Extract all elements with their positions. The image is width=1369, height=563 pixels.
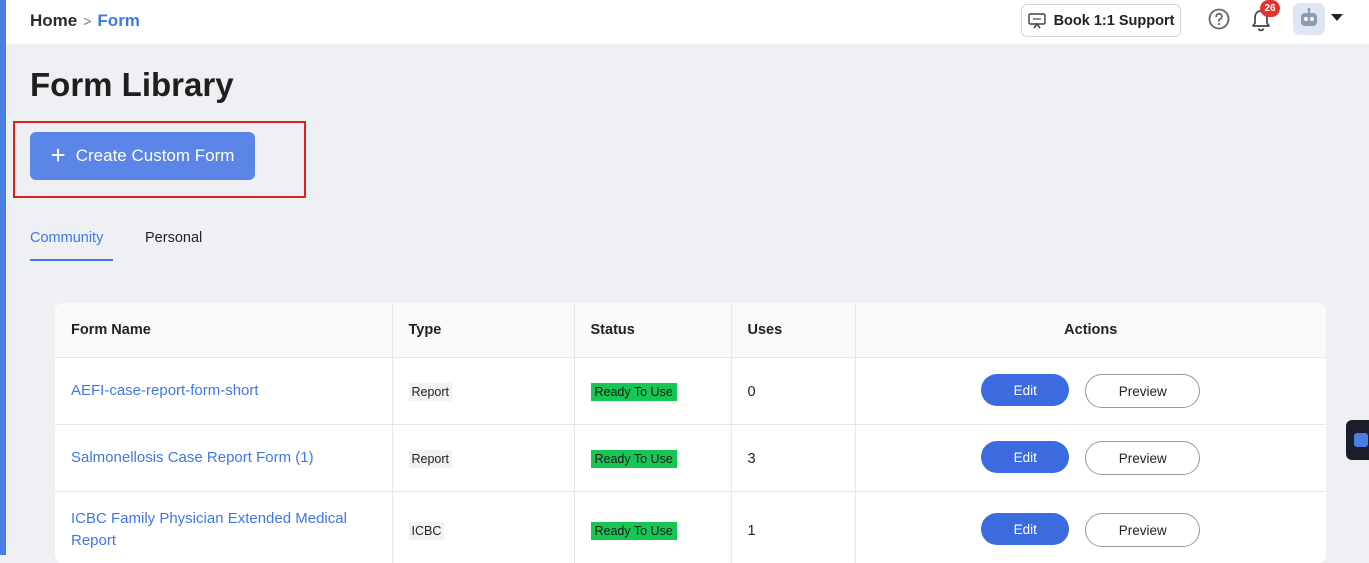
type-tag: ICBC	[409, 522, 445, 540]
form-name-link[interactable]: Salmonellosis Case Report Form (1)	[71, 449, 314, 466]
plus-icon: +	[51, 142, 66, 168]
form-table: Form Name Type Status Uses Actions AEFI-…	[55, 303, 1326, 563]
column-header-uses: Uses	[731, 303, 855, 358]
form-table-card: Form Name Type Status Uses Actions AEFI-…	[55, 303, 1326, 563]
avatar[interactable]	[1293, 3, 1325, 35]
create-custom-form-button[interactable]: + Create Custom Form	[30, 132, 255, 180]
monitor-chat-icon	[1028, 13, 1046, 29]
column-header-type: Type	[392, 303, 574, 358]
tab-personal[interactable]: Personal	[145, 230, 202, 246]
left-accent-bar	[0, 0, 6, 555]
table-row: AEFI-case-report-form-short Report Ready…	[55, 358, 1326, 425]
breadcrumb: Home > Form	[30, 11, 140, 31]
book-support-label: Book 1:1 Support	[1054, 13, 1175, 29]
robot-avatar-icon	[1297, 7, 1321, 31]
status-badge: Ready To Use	[591, 450, 677, 468]
breadcrumb-home[interactable]: Home	[30, 11, 77, 31]
tab-community[interactable]: Community	[30, 230, 103, 246]
help-circle-icon[interactable]	[1208, 8, 1230, 30]
chat-widget-icon	[1354, 433, 1368, 447]
column-header-status: Status	[574, 303, 731, 358]
table-row: Salmonellosis Case Report Form (1) Repor…	[55, 425, 1326, 492]
breadcrumb-current[interactable]: Form	[97, 11, 140, 31]
side-chat-widget[interactable]	[1346, 420, 1369, 460]
active-tab-indicator	[30, 259, 113, 261]
chevron-right-icon: >	[83, 13, 91, 29]
uses-count: 1	[748, 523, 756, 539]
preview-button[interactable]: Preview	[1085, 441, 1200, 475]
row-actions: Edit Preview	[872, 374, 1311, 408]
create-custom-form-label: Create Custom Form	[76, 146, 235, 166]
column-header-actions: Actions	[855, 303, 1326, 358]
edit-button[interactable]: Edit	[981, 441, 1069, 473]
column-header-form-name: Form Name	[55, 303, 392, 358]
row-actions: Edit Preview	[872, 441, 1311, 475]
preview-button[interactable]: Preview	[1085, 513, 1200, 547]
book-support-button[interactable]: Book 1:1 Support	[1021, 4, 1181, 37]
edit-button[interactable]: Edit	[981, 374, 1069, 406]
form-name-link[interactable]: ICBC Family Physician Extended Medical R…	[71, 510, 347, 549]
status-badge: Ready To Use	[591, 383, 677, 401]
edit-button[interactable]: Edit	[981, 513, 1069, 545]
row-actions: Edit Preview	[872, 513, 1311, 547]
status-badge: Ready To Use	[591, 522, 677, 540]
table-header-row: Form Name Type Status Uses Actions	[55, 303, 1326, 358]
notification-badge: 26	[1260, 0, 1280, 17]
form-name-link[interactable]: AEFI-case-report-form-short	[71, 382, 259, 399]
table-row: ICBC Family Physician Extended Medical R…	[55, 492, 1326, 563]
type-tag: Report	[409, 383, 453, 401]
page-title: Form Library	[30, 66, 234, 104]
type-tag: Report	[409, 450, 453, 468]
uses-count: 3	[748, 451, 756, 467]
caret-down-icon[interactable]	[1331, 14, 1343, 22]
uses-count: 0	[748, 384, 756, 400]
preview-button[interactable]: Preview	[1085, 374, 1200, 408]
